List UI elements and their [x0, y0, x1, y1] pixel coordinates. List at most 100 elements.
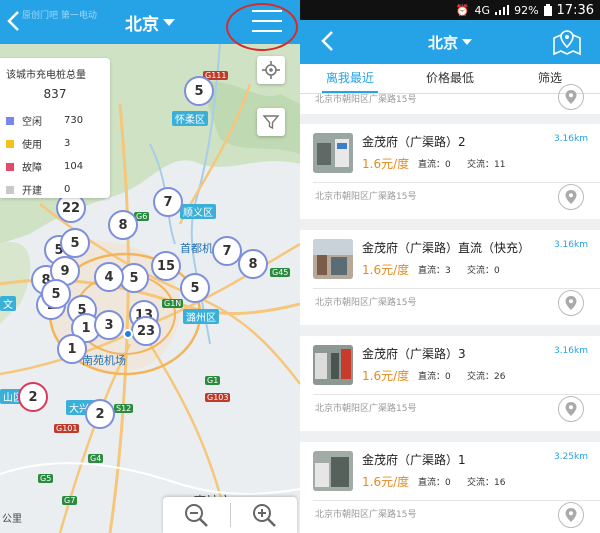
- road-shield: G7: [62, 496, 78, 505]
- ac-count: 交流：11: [467, 160, 506, 170]
- legend-row: 开建 0: [6, 178, 104, 201]
- road-shield: G1: [205, 376, 221, 385]
- station-cluster[interactable]: 5: [180, 273, 210, 303]
- filter-icon: [262, 115, 280, 130]
- legend-label: 开建: [22, 186, 42, 197]
- place-wen: 文: [0, 296, 16, 311]
- back-button[interactable]: [320, 30, 334, 58]
- zoom-out-icon: [185, 504, 209, 527]
- caret-down-icon: [462, 39, 472, 45]
- legend-swatch: [6, 116, 14, 125]
- station-address: 北京市朝阳区广渠路15号: [315, 404, 417, 414]
- dc-count: 直流：0: [418, 160, 451, 170]
- tab-filter[interactable]: 筛选: [500, 64, 600, 93]
- list-item[interactable]: 金茂府（广渠路）2 3.16km 1.6元/度 直流：0 交流：11 北京市朝阳…: [300, 124, 600, 219]
- crosshair-icon: [262, 61, 280, 79]
- station-photo: [313, 345, 353, 385]
- station-cluster[interactable]: 3: [94, 310, 124, 340]
- station-cluster[interactable]: 8: [238, 249, 268, 279]
- list-item[interactable]: 北京市朝阳区广渠路15号: [300, 84, 600, 114]
- station-distance: 3.16km: [553, 134, 588, 144]
- legend-swatch: [6, 185, 14, 194]
- station-cluster[interactable]: 2: [85, 399, 115, 429]
- station-price: 1.6元/度: [362, 263, 410, 277]
- station-photo: [313, 451, 353, 491]
- road-shield: G4: [88, 454, 104, 463]
- city-label: 北京: [125, 14, 159, 35]
- legend-count: 3: [64, 138, 71, 149]
- legend-count: 730: [64, 115, 84, 126]
- scale-unit: 公里: [2, 514, 22, 525]
- navigate-button[interactable]: [558, 84, 584, 110]
- road-shield: G45: [270, 268, 291, 277]
- list-item[interactable]: 金茂府（广渠路）1 3.25km 1.6元/度 直流：0 交流：16 北京市朝阳…: [300, 442, 600, 533]
- navigate-button[interactable]: [558, 502, 584, 528]
- ac-count: 交流：0: [467, 266, 500, 276]
- map-pin-icon: [553, 30, 581, 56]
- locate-button[interactable]: [257, 56, 285, 84]
- current-location-marker: [123, 329, 133, 339]
- station-cluster[interactable]: 8: [108, 210, 138, 240]
- station-price: 1.6元/度: [362, 369, 410, 383]
- station-cluster[interactable]: 2: [18, 382, 48, 412]
- list-screen: ⏰ 4G 92% 17:36 北京 离我最近 价格最低 筛选 北京市朝阳区广渠路…: [300, 0, 600, 533]
- road-shield: G101: [54, 424, 80, 433]
- station-address: 北京市朝阳区广渠路15号: [315, 298, 417, 308]
- list-header: 北京: [300, 20, 600, 64]
- tab-lowest-price[interactable]: 价格最低: [400, 64, 500, 93]
- station-cluster[interactable]: 23: [131, 316, 161, 346]
- list-item[interactable]: 金茂府（广渠路）3 3.16km 1.6元/度 直流：0 交流：26 北京市朝阳…: [300, 336, 600, 431]
- watermark-text: 原创门吧 第一电动: [22, 11, 97, 21]
- station-cluster[interactable]: 5: [184, 76, 214, 106]
- signal-icon: [495, 5, 510, 15]
- road-shield: G103: [205, 393, 231, 402]
- station-distance: 3.25km: [553, 452, 588, 462]
- station-name: 金茂府（广渠路）1: [362, 453, 466, 467]
- zoom-in-icon: [252, 504, 276, 527]
- legend-count: 104: [64, 161, 84, 172]
- legend-label: 空闲: [22, 117, 42, 128]
- location-pin-icon: [565, 90, 577, 104]
- navigate-button[interactable]: [558, 396, 584, 422]
- location-pin-icon: [565, 508, 577, 522]
- map-screen: 原创门吧 第一电动 北京 怀柔区 顺义区 首都机场 潞州区 南苑机场 大兴区 山…: [0, 0, 300, 533]
- highlight-ring: [226, 3, 298, 51]
- place-nanyuan: 南苑机场: [82, 354, 126, 367]
- station-cluster[interactable]: 15: [151, 251, 181, 281]
- station-photo: [313, 133, 353, 173]
- station-cluster[interactable]: 4: [94, 262, 124, 292]
- location-pin-icon: [565, 296, 577, 310]
- station-distance: 3.16km: [553, 346, 588, 356]
- place-shunyi: 顺义区: [180, 204, 216, 219]
- city-selector[interactable]: 北京: [428, 32, 472, 53]
- dc-count: 直流：3: [418, 266, 451, 276]
- map-view-button[interactable]: [552, 28, 582, 56]
- filter-button[interactable]: [257, 108, 285, 136]
- network-label: 4G: [474, 3, 491, 17]
- navigate-button[interactable]: [558, 290, 584, 316]
- station-cluster[interactable]: 5: [41, 279, 71, 309]
- station-price: 1.6元/度: [362, 157, 410, 171]
- zoom-control: [163, 497, 297, 533]
- station-price: 1.6元/度: [362, 475, 410, 489]
- list-item[interactable]: 金茂府（广渠路）直流（快充） 3.16km 1.6元/度 直流：3 交流：0 北…: [300, 230, 600, 325]
- zoom-out-button[interactable]: [163, 497, 230, 533]
- station-address: 北京市朝阳区广渠路15号: [315, 510, 417, 520]
- place-tongzhou: 潞州区: [183, 309, 219, 324]
- station-cluster[interactable]: 7: [153, 187, 183, 217]
- legend-total: 837: [43, 87, 67, 101]
- sort-tabs: 离我最近 价格最低 筛选: [300, 64, 600, 94]
- legend-count: 0: [64, 184, 71, 195]
- legend-panel: 该城市充电桩总量 837 空闲 730 使用 3 故障 104 开建 0: [0, 58, 110, 198]
- dc-count: 直流：0: [418, 478, 451, 488]
- station-cluster[interactable]: 1: [57, 334, 87, 364]
- location-pin-icon: [565, 190, 577, 204]
- dc-count: 直流：0: [418, 372, 451, 382]
- tab-nearest[interactable]: 离我最近: [300, 64, 400, 93]
- navigate-button[interactable]: [558, 184, 584, 210]
- station-cluster[interactable]: 5: [60, 228, 90, 258]
- city-selector[interactable]: 北京: [125, 10, 175, 35]
- zoom-in-button[interactable]: [231, 497, 298, 533]
- legend-row: 使用 3: [6, 132, 104, 155]
- clock: 17:36: [556, 2, 594, 18]
